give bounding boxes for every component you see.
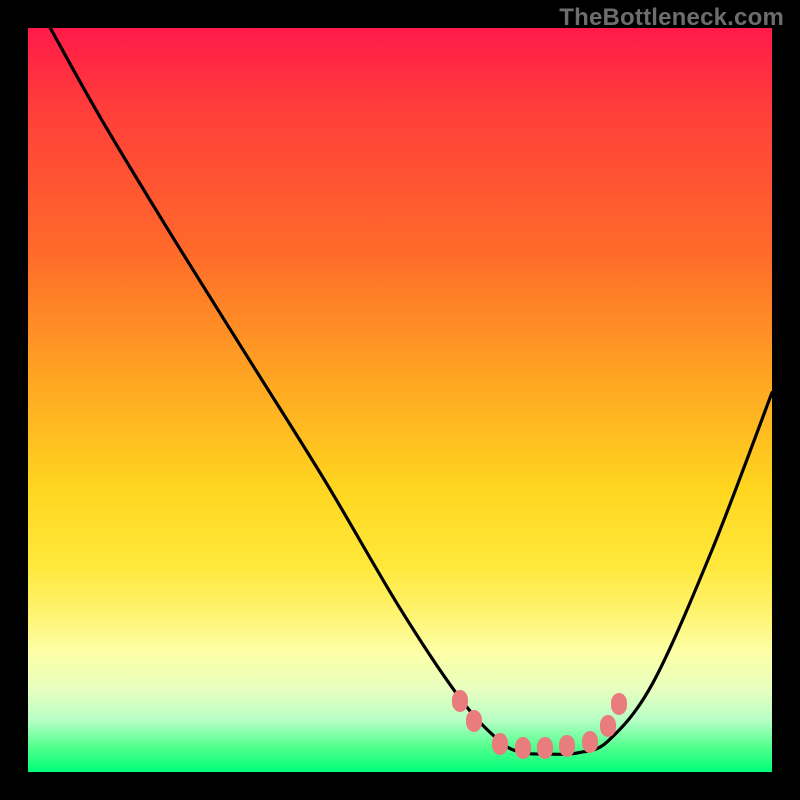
flat-marker-2 — [515, 737, 531, 759]
flat-marker-5 — [582, 731, 598, 753]
chart-frame: TheBottleneck.com — [0, 0, 800, 800]
flat-marker-4 — [559, 735, 575, 757]
flat-marker-1 — [492, 733, 508, 755]
right-shoulder-marker-1 — [600, 715, 616, 737]
left-shoulder-marker-2 — [466, 710, 482, 732]
left-shoulder-marker-1 — [452, 690, 468, 712]
flat-marker-3 — [537, 737, 553, 759]
bottleneck-curve — [50, 28, 772, 754]
bottleneck-curve-svg — [28, 28, 772, 772]
right-shoulder-marker-2 — [611, 693, 627, 715]
chart-plot-area — [28, 28, 772, 772]
